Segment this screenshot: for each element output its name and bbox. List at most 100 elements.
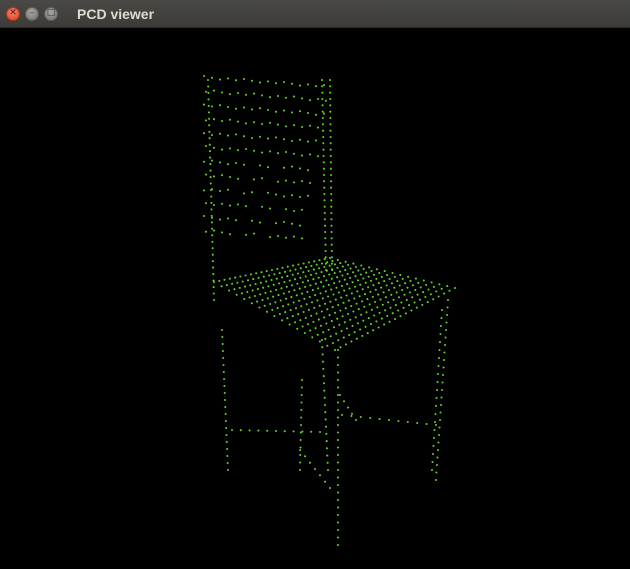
cloud-point bbox=[444, 336, 447, 339]
cloud-point bbox=[323, 316, 326, 319]
cloud-point bbox=[329, 154, 332, 158]
cloud-point bbox=[291, 284, 294, 287]
cloud-point bbox=[341, 274, 344, 277]
cloud-point bbox=[355, 302, 358, 305]
cloud-point bbox=[318, 474, 322, 477]
cloud-point bbox=[362, 277, 365, 280]
cloud-point bbox=[234, 219, 238, 222]
cloud-point bbox=[225, 433, 228, 437]
cloud-point bbox=[397, 419, 400, 423]
cloud-point bbox=[208, 150, 211, 153]
cloud-point bbox=[299, 267, 302, 270]
cloud-point bbox=[322, 173, 326, 177]
cloud-point bbox=[276, 234, 280, 238]
cloud-point bbox=[306, 140, 310, 143]
cloud-point bbox=[425, 422, 428, 426]
cloud-point bbox=[273, 314, 276, 318]
cloud-point bbox=[365, 271, 368, 274]
cloud-point bbox=[273, 273, 276, 276]
cloud-point bbox=[444, 328, 448, 332]
minimize-icon[interactable]: – bbox=[25, 6, 39, 21]
cloud-point bbox=[377, 326, 380, 329]
close-icon[interactable]: ✕ bbox=[6, 6, 20, 21]
cloud-point bbox=[369, 279, 373, 282]
cloud-point bbox=[300, 305, 303, 308]
cloud-point bbox=[329, 123, 332, 126]
cloud-point bbox=[291, 315, 294, 318]
cloud-point bbox=[441, 381, 444, 384]
cloud-point bbox=[321, 297, 324, 300]
cloud-point bbox=[354, 275, 357, 278]
cloud-point bbox=[292, 209, 296, 213]
cloud-point bbox=[439, 411, 442, 414]
cloud-point bbox=[315, 263, 318, 266]
cloud-point bbox=[221, 342, 224, 346]
cloud-point bbox=[403, 293, 406, 296]
cloud-point bbox=[330, 192, 333, 196]
cloud-point bbox=[432, 436, 436, 440]
cloud-point bbox=[372, 273, 376, 276]
cloud-point bbox=[330, 249, 333, 253]
cloud-point bbox=[375, 277, 378, 280]
cloud-point bbox=[326, 468, 330, 472]
cloud-point bbox=[364, 325, 367, 328]
title-bar[interactable]: ✕ – □ PCD viewer bbox=[0, 0, 630, 28]
point-cloud-viewport[interactable] bbox=[0, 28, 630, 569]
cloud-point bbox=[262, 286, 265, 289]
cloud-point bbox=[322, 129, 325, 132]
cloud-point bbox=[369, 290, 372, 293]
cloud-point bbox=[208, 143, 211, 146]
point-cloud-canvas[interactable] bbox=[0, 28, 630, 569]
cloud-point bbox=[406, 286, 409, 289]
cloud-point bbox=[323, 211, 326, 215]
cloud-point bbox=[285, 285, 288, 288]
cloud-point bbox=[226, 461, 229, 465]
cloud-point bbox=[324, 290, 327, 293]
cloud-point bbox=[318, 304, 321, 307]
cloud-point bbox=[208, 124, 211, 127]
cloud-point bbox=[276, 180, 280, 183]
cloud-point bbox=[446, 306, 449, 309]
cloud-point bbox=[377, 293, 380, 296]
cloud-point bbox=[425, 283, 428, 286]
cloud-point bbox=[437, 364, 440, 368]
cloud-point bbox=[204, 173, 208, 176]
cloud-point bbox=[336, 423, 340, 427]
cloud-point bbox=[327, 328, 330, 331]
cloud-point bbox=[268, 207, 272, 210]
cloud-point bbox=[350, 304, 353, 308]
cloud-point bbox=[313, 260, 316, 263]
cloud-point bbox=[292, 301, 295, 304]
cloud-point bbox=[338, 393, 342, 397]
cloud-point bbox=[283, 430, 286, 433]
cloud-point bbox=[250, 302, 253, 305]
cloud-point bbox=[322, 135, 325, 139]
cloud-point bbox=[435, 388, 439, 392]
cloud-point bbox=[306, 323, 310, 326]
cloud-point bbox=[266, 80, 270, 83]
cloud-point bbox=[336, 378, 340, 382]
cloud-point bbox=[336, 446, 340, 449]
cloud-point bbox=[260, 94, 264, 97]
cloud-point bbox=[209, 188, 213, 192]
cloud-point bbox=[371, 295, 374, 298]
cloud-point bbox=[352, 271, 355, 274]
cloud-point bbox=[240, 292, 244, 295]
cloud-point bbox=[321, 104, 324, 107]
cloud-point bbox=[437, 295, 440, 298]
cloud-point bbox=[343, 289, 346, 292]
cloud-point bbox=[365, 311, 368, 314]
cloud-point bbox=[307, 308, 310, 311]
cloud-point bbox=[304, 275, 307, 278]
cloud-point bbox=[438, 418, 442, 422]
cloud-point bbox=[376, 306, 379, 309]
cloud-point bbox=[244, 147, 248, 151]
cloud-point bbox=[234, 133, 238, 136]
cloud-point bbox=[400, 301, 403, 304]
cloud-point bbox=[331, 306, 334, 309]
maximize-icon[interactable]: □ bbox=[44, 6, 58, 21]
cloud-point bbox=[296, 282, 299, 285]
cloud-point bbox=[383, 323, 386, 326]
cloud-point bbox=[218, 279, 221, 282]
cloud-point bbox=[422, 291, 425, 294]
